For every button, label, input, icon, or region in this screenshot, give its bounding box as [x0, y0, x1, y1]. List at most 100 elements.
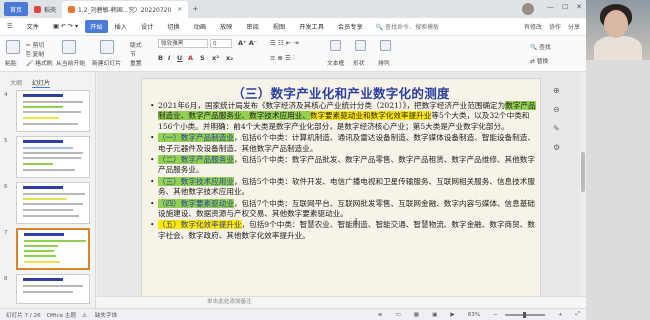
- current-slide[interactable]: （三）数字产业化和产业数字化的测度 • 2021年6月，国家统计局发布《数字经济…: [141, 78, 541, 298]
- font-grow-icon[interactable]: A⁺ A⁻: [238, 39, 257, 47]
- tab-bar: 首页 稻壳 1.2_刘碧敏-韩国…究）20220720 ✕ + — ☐ ✕: [0, 0, 586, 18]
- shapes-button[interactable]: 形状: [353, 58, 365, 67]
- font-name-select[interactable]: 微软雅黑: [158, 39, 208, 48]
- menu-item-design[interactable]: 设计: [134, 22, 160, 31]
- find-button[interactable]: 🔍 查找: [530, 42, 551, 51]
- side-background: [586, 60, 650, 320]
- italic-icon[interactable]: I: [168, 54, 170, 62]
- slide-thumbnail-panel: 大纲 幻灯片 4 5 6 7 8: [0, 72, 96, 308]
- play-icon[interactable]: [62, 40, 76, 54]
- menu-item-review[interactable]: 审阅: [239, 22, 265, 31]
- slide-body-text[interactable]: • 2021年6月，国家统计局发布《数字经济及其核心产业统计分类（2021）》，…: [150, 101, 536, 242]
- add-tab-button[interactable]: +: [192, 5, 198, 13]
- zoom-out-icon[interactable]: ⊖: [553, 105, 560, 114]
- reset-button[interactable]: 重置: [130, 58, 142, 67]
- reading-view-icon[interactable]: ▣: [432, 312, 437, 318]
- intro-text: 2021年6月，国家统计局发布《数字经济及其核心产业统计分类（2021）》，把数…: [158, 101, 506, 110]
- tab-outline[interactable]: 大纲: [10, 78, 22, 88]
- slide-thumbnail[interactable]: 4: [4, 90, 92, 134]
- maximize-icon[interactable]: ☐: [562, 3, 568, 11]
- close-tab-icon[interactable]: ✕: [177, 6, 182, 13]
- user-avatar[interactable]: [522, 3, 534, 15]
- underline-icon[interactable]: U: [177, 54, 182, 62]
- cut-button[interactable]: ✂ 剪切: [26, 40, 44, 49]
- menu-item-file[interactable]: 文件: [20, 22, 46, 31]
- arrange-icon[interactable]: [380, 40, 391, 51]
- zoom-slider[interactable]: [504, 311, 545, 318]
- tab-slides[interactable]: 幻灯片: [32, 78, 51, 88]
- align-icons[interactable]: ≡ ≣ ☰ ⫶: [270, 54, 295, 63]
- new-slide-icon[interactable]: [100, 40, 114, 54]
- paste-icon[interactable]: [6, 40, 20, 54]
- zoom-in-button[interactable]: +: [558, 312, 563, 318]
- zoom-out-button[interactable]: −: [493, 312, 498, 318]
- settings-icon[interactable]: ⚙: [553, 143, 560, 152]
- new-slide-button[interactable]: 新建幻灯片: [92, 58, 121, 67]
- text-box-button[interactable]: 文本框: [327, 58, 344, 67]
- slide-canvas[interactable]: （三）数字产业化和产业数字化的测度 • 2021年6月，国家统计局发布《数字经济…: [97, 72, 586, 308]
- tab-document[interactable]: 1.2_刘碧敏-韩国…究）20220720 ✕: [62, 1, 189, 18]
- section-button[interactable]: 节: [130, 49, 136, 58]
- collab-button[interactable]: 协作: [549, 22, 561, 31]
- paste-button[interactable]: 粘贴: [5, 58, 17, 67]
- play-slideshow-icon[interactable]: ▶: [450, 312, 454, 318]
- menu-item-insert[interactable]: 插入: [108, 22, 134, 31]
- menu-item-home[interactable]: 开始: [85, 20, 108, 33]
- zoom-slider-handle[interactable]: [522, 311, 526, 318]
- normal-view-icon[interactable]: ▭: [396, 312, 401, 318]
- text-cursor-icon: I: [355, 217, 358, 226]
- bullet-icon: •: [150, 220, 155, 230]
- menu-item-animation[interactable]: 动画: [187, 22, 213, 31]
- close-window-icon[interactable]: ✕: [576, 3, 582, 11]
- menu-item-view[interactable]: 视图: [266, 22, 292, 31]
- thumb-title-bar: [23, 186, 63, 189]
- menu-item-member[interactable]: 会员专享: [331, 22, 370, 31]
- minimize-icon[interactable]: —: [547, 3, 554, 11]
- notes-placeholder: 单击此处添加备注: [207, 299, 252, 305]
- menu-item-slideshow[interactable]: 放映: [213, 22, 239, 31]
- scrollbar-thumb[interactable]: [581, 152, 585, 192]
- modified-indicator[interactable]: 有修改: [524, 22, 542, 31]
- font-color-icon[interactable]: A: [188, 54, 193, 62]
- thumb-line: [23, 203, 83, 205]
- zoom-in-icon[interactable]: ⊕: [553, 86, 560, 95]
- slide-thumbnail[interactable]: 5: [4, 136, 92, 180]
- menu-item-transition[interactable]: 切换: [160, 22, 186, 31]
- bold-icon[interactable]: B: [158, 54, 163, 62]
- category-label: （四）数字要素驱动业: [158, 198, 234, 208]
- layout-button[interactable]: 版式: [130, 40, 142, 49]
- replace-button[interactable]: ⇄ 替换: [530, 56, 548, 65]
- quick-access-icons[interactable]: ▣ ↶ ↷ ▾: [46, 23, 85, 30]
- arrange-button[interactable]: 排列: [378, 58, 390, 67]
- fit-window-icon[interactable]: ⤢: [576, 311, 580, 318]
- slide-title[interactable]: （三）数字产业化和产业数字化的测度: [142, 83, 540, 102]
- bullet-list-icon[interactable]: ☰ ☷ ⇤ ⇥: [270, 39, 299, 47]
- notes-pane[interactable]: 单击此处添加备注: [97, 296, 586, 308]
- find-label: 查找: [539, 45, 551, 51]
- thumb-line: [23, 123, 78, 125]
- zoom-level[interactable]: 63%: [468, 312, 480, 318]
- shapes-icon[interactable]: [355, 40, 366, 51]
- style-icon[interactable]: ✎: [553, 124, 560, 133]
- slide-thumbnail-selected[interactable]: 7: [4, 228, 92, 272]
- slide-thumbnail-image: [16, 136, 90, 178]
- text-box-icon[interactable]: [330, 40, 341, 51]
- superscript-icon[interactable]: x²: [212, 54, 219, 62]
- font-size-select[interactable]: 0: [210, 39, 232, 48]
- missing-font-warning[interactable]: ⚠ 缺失字体: [82, 311, 117, 319]
- slide-thumbnail-image: [16, 274, 90, 304]
- tab-home[interactable]: 首页: [4, 2, 29, 16]
- tab-daoke[interactable]: 稻壳: [28, 2, 62, 16]
- format-painter-button[interactable]: 🖌 格式刷: [26, 58, 53, 67]
- sorter-view-icon[interactable]: ▦: [414, 312, 419, 318]
- from-current-button[interactable]: 从当前开始: [56, 58, 85, 67]
- notes-toggle-icon[interactable]: ≡: [378, 312, 383, 318]
- subscript-icon[interactable]: x₂: [226, 54, 233, 62]
- thumb-line: [23, 193, 85, 195]
- share-button[interactable]: 分享: [568, 22, 580, 31]
- hamburger-icon[interactable]: ☰: [0, 23, 20, 30]
- menu-item-devtools[interactable]: 开发工具: [292, 22, 331, 31]
- strikethrough-icon[interactable]: S: [200, 54, 205, 62]
- slide-thumbnail[interactable]: 6: [4, 182, 92, 226]
- command-search[interactable]: 🔍 查找命令、搜索模板: [376, 22, 439, 31]
